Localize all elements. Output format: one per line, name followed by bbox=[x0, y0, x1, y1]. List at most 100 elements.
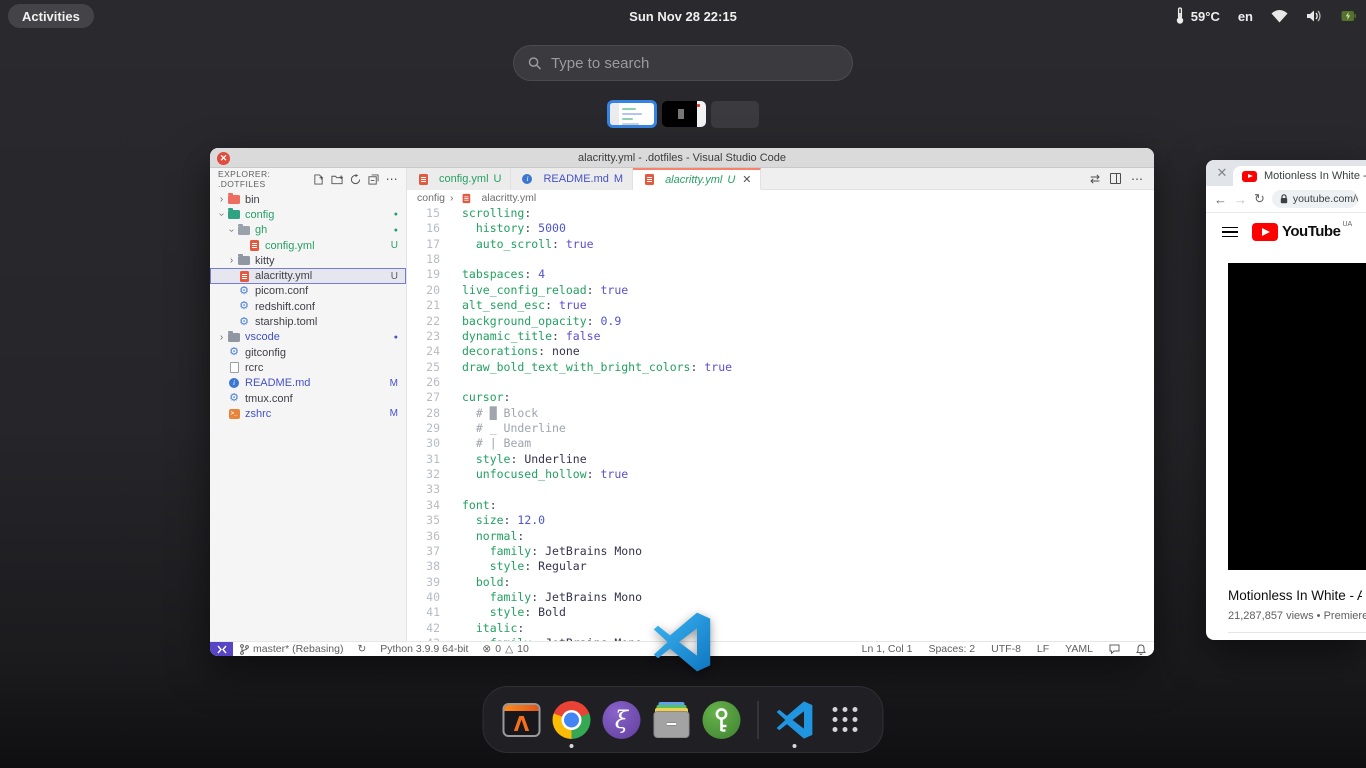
window-close-button[interactable]: ✕ bbox=[217, 152, 230, 165]
workspace-thumbnail-empty[interactable] bbox=[711, 101, 759, 128]
app-grid-icon bbox=[832, 707, 857, 732]
explorer-header: EXPLORER: .DOTFILES bbox=[210, 168, 406, 190]
video-player[interactable] bbox=[1228, 263, 1366, 570]
git-branch-status[interactable]: master* (Rebasing) bbox=[233, 643, 350, 655]
vscode-icon bbox=[776, 701, 814, 739]
vscode-app-icon[interactable] bbox=[652, 612, 712, 672]
reload-icon[interactable]: ↻ bbox=[1254, 191, 1265, 207]
tree-item-picom-conf[interactable]: ⚙ picom.conf bbox=[210, 284, 406, 299]
warnings-count: 10 bbox=[517, 643, 529, 655]
encoding-status[interactable]: UTF-8 bbox=[983, 643, 1029, 655]
wifi-icon[interactable] bbox=[1271, 10, 1288, 23]
chrome-tab-youtube[interactable]: Motionless In White - A bbox=[1233, 166, 1366, 186]
code-line-18: 18 bbox=[407, 252, 1154, 267]
code-line-38: 38 style: Regular bbox=[407, 559, 1154, 574]
breadcrumb-folder[interactable]: config bbox=[417, 192, 445, 204]
code-line-36: 36 normal: bbox=[407, 529, 1154, 544]
vscode-tab-bar: config.yml U i README.md M alacritty.yml… bbox=[407, 168, 1154, 190]
chevron-icon: › bbox=[216, 332, 227, 343]
system-tray[interactable]: 59°C en bbox=[1175, 0, 1356, 32]
vscode-titlebar[interactable]: ✕ alacritty.yml - .dotfiles - Visual Stu… bbox=[210, 148, 1154, 168]
tree-item-config-yml[interactable]: config.ymlU bbox=[210, 238, 406, 253]
line-number: 31 bbox=[407, 452, 453, 467]
feedback-icon[interactable] bbox=[1101, 644, 1128, 654]
forward-icon[interactable]: → bbox=[1234, 192, 1247, 207]
breadcrumb-file[interactable]: alacritty.yml bbox=[482, 192, 537, 204]
tree-item-config[interactable]: ›config● bbox=[210, 207, 406, 222]
python-interpreter-status[interactable]: Python 3.9.9 64-bit bbox=[373, 643, 475, 655]
eol-status[interactable]: LF bbox=[1029, 643, 1057, 655]
indentation-status[interactable]: Spaces: 2 bbox=[920, 643, 983, 655]
chevron-icon: › bbox=[216, 209, 227, 220]
back-icon[interactable]: ← bbox=[1214, 192, 1227, 207]
refresh-icon[interactable] bbox=[350, 174, 361, 185]
url-text: youtube.com/wa bbox=[1293, 193, 1358, 205]
tab-alacritty-yml[interactable]: alacritty.yml U ✕ bbox=[633, 168, 761, 190]
search-input[interactable] bbox=[551, 55, 838, 72]
line-number: 30 bbox=[407, 436, 453, 451]
temperature-indicator[interactable]: 59°C bbox=[1175, 7, 1220, 25]
workspace-thumbnail-video[interactable] bbox=[662, 101, 706, 127]
menu-icon[interactable] bbox=[1222, 224, 1238, 241]
open-changes-icon[interactable]: ⇄ bbox=[1090, 172, 1100, 186]
tree-item-redshift-conf[interactable]: ⚙redshift.conf bbox=[210, 299, 406, 314]
code-text: italic: bbox=[453, 621, 524, 636]
remote-indicator[interactable] bbox=[210, 642, 233, 657]
editor-more-actions-icon[interactable]: ⋯ bbox=[1131, 172, 1144, 186]
tree-item-kitty[interactable]: ›kitty bbox=[210, 253, 406, 268]
battery-charging-icon[interactable] bbox=[1341, 10, 1356, 22]
info-file-icon: i bbox=[520, 174, 534, 184]
explorer-more-actions-icon[interactable]: ⋯ bbox=[386, 172, 398, 186]
tree-item-starship-toml[interactable]: ⚙starship.toml bbox=[210, 314, 406, 329]
chrome-window-close-button[interactable]: ✕ bbox=[1214, 165, 1230, 181]
code-text: style: Underline bbox=[453, 452, 587, 467]
new-file-icon[interactable] bbox=[313, 174, 324, 185]
tab-config-yml[interactable]: config.yml U bbox=[407, 168, 511, 190]
tree-item-readme-md[interactable]: iREADME.mdM bbox=[210, 376, 406, 391]
split-editor-icon[interactable] bbox=[1110, 173, 1121, 184]
tree-item-vscode[interactable]: ›vscode● bbox=[210, 330, 406, 345]
tree-item-tmux-conf[interactable]: ⚙tmux.conf bbox=[210, 391, 406, 406]
language-mode-status[interactable]: YAML bbox=[1057, 643, 1101, 655]
problems-status[interactable]: ⊗ 0 △ 10 bbox=[475, 643, 535, 655]
code-text: scrolling: bbox=[453, 206, 531, 221]
youtube-masthead: YouTube UA bbox=[1206, 213, 1366, 251]
info-icon: i bbox=[227, 378, 241, 388]
tree-item-alacritty-yml[interactable]: alacritty.ymlU bbox=[210, 268, 406, 283]
dock-emacs[interactable]: ξ bbox=[602, 700, 642, 740]
dock-files[interactable] bbox=[652, 700, 692, 740]
clock[interactable]: Sun Nov 28 22:15 bbox=[0, 9, 1366, 24]
cursor-position-status[interactable]: Ln 1, Col 1 bbox=[854, 643, 921, 655]
overview-search[interactable] bbox=[513, 45, 853, 81]
address-bar[interactable]: youtube.com/wa bbox=[1272, 190, 1358, 208]
dock-keepassxc[interactable] bbox=[702, 700, 742, 740]
tree-item-label: picom.conf bbox=[255, 285, 406, 297]
chrome-tab-title: Motionless In White - A bbox=[1264, 170, 1366, 182]
dock-alacritty[interactable]: Λ bbox=[502, 700, 542, 740]
git-status-badge: U bbox=[391, 240, 398, 251]
keyboard-layout-indicator[interactable]: en bbox=[1238, 9, 1253, 24]
dock-show-applications[interactable] bbox=[825, 700, 865, 740]
new-folder-icon[interactable] bbox=[331, 174, 343, 185]
youtube-favicon bbox=[1242, 171, 1257, 182]
sync-button[interactable]: ↻ bbox=[350, 643, 373, 655]
code-editor[interactable]: 15scrolling:16 history: 500017 auto_scro… bbox=[407, 206, 1154, 641]
collapse-folders-icon[interactable] bbox=[368, 174, 379, 185]
tab-readme-md[interactable]: i README.md M bbox=[511, 168, 633, 190]
tree-item-bin[interactable]: ›bin bbox=[210, 192, 406, 207]
tree-item-zshrc[interactable]: >_zshrcM bbox=[210, 406, 406, 421]
volume-icon[interactable] bbox=[1306, 9, 1323, 23]
tree-item-gh[interactable]: ›gh● bbox=[210, 223, 406, 238]
gear-icon: ⚙ bbox=[237, 286, 251, 297]
notifications-bell-icon[interactable] bbox=[1128, 644, 1154, 655]
dock-chrome[interactable] bbox=[552, 700, 592, 740]
gnome-overview-background: Activities Sun Nov 28 22:15 59°C en bbox=[0, 0, 1366, 768]
explorer-header-title: EXPLORER: .DOTFILES bbox=[218, 169, 313, 189]
tree-item-gitconfig[interactable]: ⚙gitconfig bbox=[210, 345, 406, 360]
tab-close-icon[interactable]: ✕ bbox=[742, 173, 751, 186]
dock-vscode[interactable] bbox=[775, 700, 815, 740]
breadcrumb[interactable]: config › alacritty.yml bbox=[407, 190, 1154, 206]
workspace-thumbnail-active[interactable] bbox=[607, 100, 657, 128]
youtube-logo[interactable]: YouTube UA bbox=[1252, 223, 1352, 241]
tree-item-rcrc[interactable]: rcrc bbox=[210, 360, 406, 375]
